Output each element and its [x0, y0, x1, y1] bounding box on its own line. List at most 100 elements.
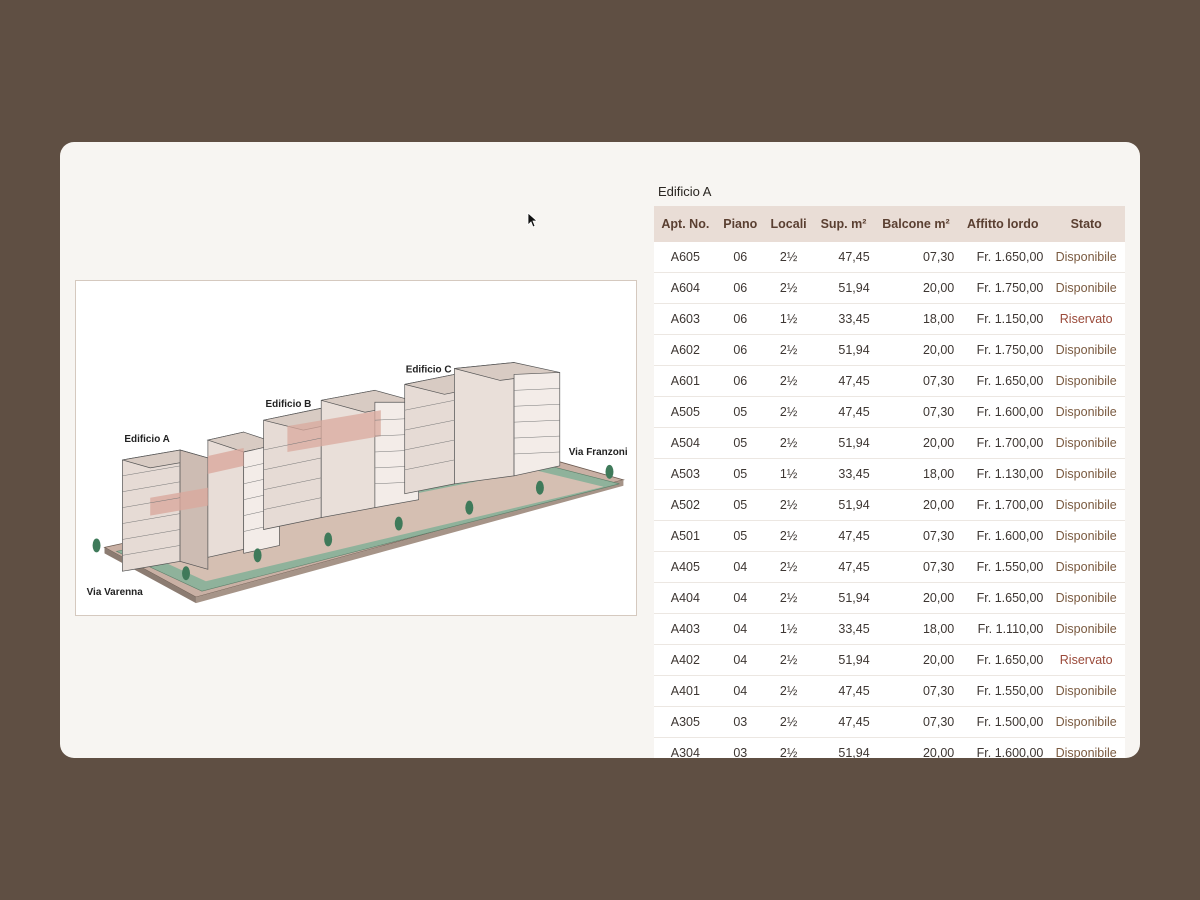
cell-affitto: Fr. 1.600,00: [958, 396, 1048, 428]
cell-apt-no: A503: [654, 458, 717, 490]
cell-stato: Disponibile: [1047, 737, 1125, 758]
cell-locali: 2½: [763, 489, 814, 521]
cell-balcone: 20,00: [873, 582, 959, 614]
table-row[interactable]: A502 05 2½ 51,94 20,00 Fr. 1.700,00 Disponibil…: [654, 489, 1125, 521]
cell-superficie: 47,45: [813, 706, 874, 738]
cell-superficie: 33,45: [813, 303, 874, 335]
cell-affitto: Fr. 1.150,00: [958, 303, 1048, 335]
table-row[interactable]: A602 06 2½ 51,94 20,00 Fr. 1.750,00 Disponibil…: [654, 334, 1125, 366]
cell-locali: 2½: [763, 737, 814, 758]
table-row[interactable]: A601 06 2½ 47,45 07,30 Fr. 1.650,00 Disponibil…: [654, 365, 1125, 397]
cell-stato: Disponibile: [1047, 551, 1125, 583]
cell-stato: Disponibile: [1047, 272, 1125, 304]
cell-superficie: 47,45: [813, 520, 874, 552]
cell-balcone: 20,00: [873, 427, 959, 459]
table-row[interactable]: A604 06 2½ 51,94 20,00 Fr. 1.750,00 Disponibil…: [654, 272, 1125, 304]
cell-piano: 06: [716, 272, 764, 304]
cell-balcone: 20,00: [873, 644, 959, 676]
cell-affitto: Fr. 1.130,00: [958, 458, 1048, 490]
cell-superficie: 33,45: [813, 458, 874, 490]
table-row[interactable]: A504 05 2½ 51,94 20,00 Fr. 1.700,00 Disponibil…: [654, 427, 1125, 459]
cell-superficie: 47,45: [813, 242, 874, 273]
cell-apt-no: A304: [654, 737, 717, 758]
cell-superficie: 47,45: [813, 551, 874, 583]
cell-superficie: 47,45: [813, 365, 874, 397]
cell-locali: 2½: [763, 706, 814, 738]
cell-apt-no: A404: [654, 582, 717, 614]
col-superficie[interactable]: Sup. m²: [813, 206, 874, 242]
cell-piano: 05: [716, 520, 764, 552]
table-row[interactable]: A603 06 1½ 33,45 18,00 Fr. 1.150,00 Riservato: [654, 303, 1125, 335]
cell-apt-no: A602: [654, 334, 717, 366]
mouse-cursor-icon: [527, 212, 537, 228]
cell-balcone: 18,00: [873, 303, 959, 335]
cell-apt-no: A402: [654, 644, 717, 676]
cell-locali: 2½: [763, 365, 814, 397]
col-locali[interactable]: Locali: [763, 206, 814, 242]
cell-balcone: 20,00: [873, 272, 959, 304]
cell-apt-no: A604: [654, 272, 717, 304]
cell-balcone: 07,30: [873, 675, 959, 707]
label-edificio-c[interactable]: Edificio C: [406, 364, 452, 375]
table-row[interactable]: A501 05 2½ 47,45 07,30 Fr. 1.600,00 Disponibil…: [654, 520, 1125, 552]
table-row[interactable]: A404 04 2½ 51,94 20,00 Fr. 1.650,00 Disponibil…: [654, 582, 1125, 614]
table-row[interactable]: A505 05 2½ 47,45 07,30 Fr. 1.600,00 Disponibil…: [654, 396, 1125, 428]
cell-piano: 04: [716, 675, 764, 707]
cell-stato: Riservato: [1047, 644, 1125, 676]
apartments-table-section: Edificio A Apt. No. Piano Locali Sup. m²…: [654, 178, 1125, 758]
cell-balcone: 07,30: [873, 396, 959, 428]
table-title: Edificio A: [658, 184, 712, 199]
col-piano[interactable]: Piano: [716, 206, 764, 242]
table-row[interactable]: A401 04 2½ 47,45 07,30 Fr. 1.550,00 Disponibil…: [654, 675, 1125, 707]
cell-balcone: 20,00: [873, 489, 959, 521]
cell-locali: 1½: [763, 613, 814, 645]
cell-affitto: Fr. 1.750,00: [958, 272, 1048, 304]
cell-stato: Disponibile: [1047, 242, 1125, 273]
cell-apt-no: A603: [654, 303, 717, 335]
cell-balcone: 18,00: [873, 458, 959, 490]
col-affitto[interactable]: Affitto lordo: [958, 206, 1048, 242]
cell-piano: 04: [716, 613, 764, 645]
main-panel: Edificio A Edificio B Edificio C Via Var…: [60, 142, 1140, 758]
cell-affitto: Fr. 1.650,00: [958, 582, 1048, 614]
cell-stato: Disponibile: [1047, 613, 1125, 645]
col-balcone[interactable]: Balcone m²: [873, 206, 959, 242]
cell-superficie: 51,94: [813, 334, 874, 366]
table-row[interactable]: A405 04 2½ 47,45 07,30 Fr. 1.550,00 Disponibil…: [654, 551, 1125, 583]
label-edificio-b[interactable]: Edificio B: [266, 399, 312, 410]
cell-apt-no: A502: [654, 489, 717, 521]
site-plan-map[interactable]: Edificio A Edificio B Edificio C Via Var…: [75, 280, 637, 616]
table-row[interactable]: A402 04 2½ 51,94 20,00 Fr. 1.650,00 Riservato: [654, 644, 1125, 676]
cell-piano: 03: [716, 737, 764, 758]
col-apt-no[interactable]: Apt. No.: [654, 206, 717, 242]
cell-apt-no: A601: [654, 365, 717, 397]
label-edificio-a[interactable]: Edificio A: [124, 434, 169, 445]
cell-superficie: 51,94: [813, 582, 874, 614]
cell-superficie: 47,45: [813, 675, 874, 707]
cell-piano: 06: [716, 334, 764, 366]
cell-stato: Disponibile: [1047, 334, 1125, 366]
cell-superficie: 51,94: [813, 427, 874, 459]
table-row[interactable]: A305 03 2½ 47,45 07,30 Fr. 1.500,00 Disponibil…: [654, 706, 1125, 738]
cell-balcone: 07,30: [873, 706, 959, 738]
table-row[interactable]: A503 05 1½ 33,45 18,00 Fr. 1.130,00 Disponibil…: [654, 458, 1125, 490]
cell-locali: 2½: [763, 520, 814, 552]
cell-stato: Riservato: [1047, 303, 1125, 335]
cell-locali: 2½: [763, 551, 814, 583]
cell-piano: 05: [716, 458, 764, 490]
cell-locali: 1½: [763, 458, 814, 490]
cell-affitto: Fr. 1.600,00: [958, 737, 1048, 758]
cell-piano: 05: [716, 396, 764, 428]
cell-apt-no: A605: [654, 242, 717, 273]
label-via-franzoni: Via Franzoni: [569, 447, 628, 458]
cell-superficie: 33,45: [813, 613, 874, 645]
table-row[interactable]: A605 06 2½ 47,45 07,30 Fr. 1.650,00 Disponibil…: [654, 242, 1125, 273]
table-row[interactable]: A403 04 1½ 33,45 18,00 Fr. 1.110,00 Disponibil…: [654, 613, 1125, 645]
cell-apt-no: A305: [654, 706, 717, 738]
cell-apt-no: A401: [654, 675, 717, 707]
table-row[interactable]: A304 03 2½ 51,94 20,00 Fr. 1.600,00 Disponibil…: [654, 737, 1125, 758]
col-stato[interactable]: Stato: [1047, 206, 1125, 242]
cell-superficie: 51,94: [813, 644, 874, 676]
cell-superficie: 51,94: [813, 272, 874, 304]
cell-locali: 2½: [763, 396, 814, 428]
